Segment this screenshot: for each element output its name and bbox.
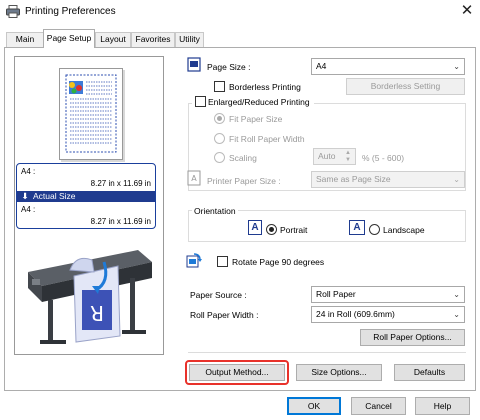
fit-paper-size-radio[interactable] bbox=[214, 113, 225, 124]
spin-arrows-icon[interactable]: ▲ ▼ bbox=[345, 150, 351, 164]
output-size-dims: 8.27 in x 11.69 in bbox=[90, 217, 151, 226]
cancel-button[interactable]: Cancel bbox=[351, 397, 406, 415]
borderless-label: Borderless Printing bbox=[229, 82, 301, 92]
separator bbox=[188, 352, 466, 353]
scaling-value: Auto bbox=[318, 151, 336, 161]
printer-app-icon bbox=[6, 5, 20, 18]
paper-source-select[interactable]: Roll Paper ⌄ bbox=[311, 286, 465, 303]
enlarged-checkbox[interactable] bbox=[195, 96, 206, 107]
scaling-range: % (5 - 600) bbox=[362, 153, 405, 163]
landscape-label: Landscape bbox=[383, 225, 425, 235]
portrait-label: Portrait bbox=[280, 225, 308, 235]
output-size-label: A4 : bbox=[21, 205, 36, 214]
chevron-down-icon: ⌄ bbox=[453, 310, 460, 319]
roll-width-label: Roll Paper Width : bbox=[190, 310, 259, 320]
enlarged-label: Enlarged/Reduced Printing bbox=[208, 97, 310, 107]
actual-size-label: Actual Size bbox=[33, 191, 76, 201]
chevron-down-icon: ⌄ bbox=[453, 62, 460, 71]
borderless-setting-button[interactable]: Borderless Setting bbox=[346, 78, 465, 95]
page-size-icon bbox=[187, 57, 201, 72]
size-info-box: A4 : 8.27 in x 11.69 in ⬇ Actual Size A4 … bbox=[16, 163, 156, 229]
tab-layout[interactable]: Layout bbox=[95, 32, 131, 47]
page-preview-graphic bbox=[65, 74, 117, 153]
ok-button[interactable]: OK bbox=[287, 397, 341, 415]
chevron-down-icon: ⌄ bbox=[453, 175, 460, 184]
printer-paper-size-select[interactable]: Same as Page Size ⌄ bbox=[311, 171, 465, 188]
roll-paper-options-button[interactable]: Roll Paper Options... bbox=[360, 329, 465, 346]
rotate-checkbox[interactable] bbox=[217, 256, 228, 267]
paper-source-value: Roll Paper bbox=[316, 289, 356, 299]
tab-main[interactable]: Main bbox=[6, 32, 44, 47]
fit-roll-width-radio[interactable] bbox=[214, 133, 225, 144]
portrait-icon: A bbox=[248, 220, 262, 235]
page-size-label: Page Size : bbox=[207, 62, 251, 72]
rotate-page-icon bbox=[186, 253, 202, 268]
output-method-button[interactable]: Output Method... bbox=[189, 364, 285, 381]
defaults-button[interactable]: Defaults bbox=[394, 364, 465, 381]
enlarged-header: Enlarged/Reduced Printing bbox=[192, 96, 314, 108]
fit-paper-size-label: Fit Paper Size bbox=[229, 114, 283, 124]
down-arrow-icon: ⬇ bbox=[21, 191, 29, 201]
original-size-dims: 8.27 in x 11.69 in bbox=[90, 179, 151, 188]
svg-text:A: A bbox=[191, 174, 197, 183]
large-format-printer-illustration: R bbox=[28, 250, 152, 344]
borderless-checkbox[interactable] bbox=[214, 81, 225, 92]
original-size-label: A4 : bbox=[21, 167, 36, 176]
fit-roll-width-label: Fit Roll Paper Width bbox=[229, 134, 305, 144]
window-title: Printing Preferences bbox=[25, 6, 116, 17]
rotate-label: Rotate Page 90 degrees bbox=[232, 257, 325, 267]
page-size-select[interactable]: A4 ⌄ bbox=[311, 58, 465, 75]
scaling-radio[interactable] bbox=[214, 152, 225, 163]
roll-width-select[interactable]: 24 in Roll (609.6mm) ⌄ bbox=[311, 306, 465, 323]
printer-paper-size-value: Same as Page Size bbox=[316, 174, 391, 184]
close-icon[interactable]: ✕ bbox=[458, 2, 476, 20]
page-size-value: A4 bbox=[316, 61, 327, 71]
tab-page-setup[interactable]: Page Setup bbox=[43, 29, 95, 48]
roll-width-value: 24 in Roll (609.6mm) bbox=[316, 309, 395, 319]
paper-source-label: Paper Source : bbox=[190, 290, 247, 300]
page-preview-thumbnail bbox=[59, 68, 123, 160]
tab-utility[interactable]: Utility bbox=[175, 32, 204, 47]
scaling-label: Scaling bbox=[229, 153, 257, 163]
help-button[interactable]: Help bbox=[415, 397, 470, 415]
orientation-label: Orientation bbox=[192, 206, 238, 216]
size-options-button[interactable]: Size Options... bbox=[296, 364, 382, 381]
landscape-radio[interactable] bbox=[369, 224, 380, 235]
printer-paper-size-label: Printer Paper Size : bbox=[207, 176, 281, 186]
tab-favorites[interactable]: Favorites bbox=[131, 32, 175, 47]
scaling-spinbox[interactable]: Auto ▲ ▼ bbox=[313, 148, 356, 165]
portrait-radio[interactable] bbox=[266, 224, 277, 235]
output-sheet-letter: R bbox=[90, 301, 104, 325]
actual-size-bar: ⬇ Actual Size bbox=[17, 191, 155, 202]
chevron-down-icon: ⌄ bbox=[453, 290, 460, 299]
printer-paper-size-icon: A bbox=[187, 170, 201, 186]
landscape-icon: A bbox=[349, 220, 365, 235]
